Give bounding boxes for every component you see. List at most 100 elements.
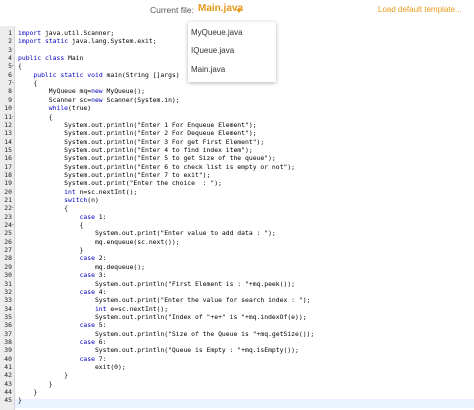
line-number: 34: [4, 304, 12, 313]
line-number: 33: [4, 296, 12, 305]
file-dropdown-menu: MyQueue.java IQueue.java Main.java: [188, 22, 276, 82]
line-number: 29: [4, 262, 12, 271]
code-line[interactable]: mq.enqueue(sc.next());: [18, 238, 180, 246]
code-line[interactable]: System.out.println("First Element is : "…: [18, 280, 295, 288]
code-line[interactable]: {: [18, 79, 37, 87]
line-number: 40: [4, 354, 12, 363]
line-number: 10: [4, 104, 12, 113]
line-number: 36: [4, 321, 12, 330]
line-number: 14: [4, 137, 12, 146]
code-line[interactable]: System.out.println("Index of "+e+" is "+…: [18, 313, 307, 321]
code-line[interactable]: {: [18, 113, 53, 121]
code-line[interactable]: public class Main: [18, 54, 83, 62]
code-line[interactable]: System.out.println("Enter 2 For Dequeue …: [18, 129, 256, 137]
code-line[interactable]: case 6:: [18, 338, 107, 346]
line-number: 25: [4, 229, 12, 238]
fold-toggle-icon[interactable]: -: [11, 79, 15, 86]
line-number: 41: [4, 363, 12, 371]
fold-toggle-icon[interactable]: -: [11, 221, 15, 228]
line-number: 16: [4, 154, 12, 163]
code-line[interactable]: }: [18, 396, 22, 404]
code-line[interactable]: System.out.println("Queue is Empty : "+m…: [18, 346, 299, 354]
code-line[interactable]: }: [18, 371, 68, 379]
line-number: 9: [8, 95, 12, 104]
code-line[interactable]: public static void main(String []args): [18, 71, 179, 79]
code-line[interactable]: System.out.println("Enter 5 to get Size …: [18, 154, 276, 162]
code-line[interactable]: exit(0);: [18, 363, 126, 371]
line-number: 17: [4, 162, 12, 171]
line-number: 3: [8, 45, 12, 54]
line-number: 1: [8, 29, 12, 37]
code-line[interactable]: mq.dequeue();: [18, 263, 145, 271]
code-line[interactable]: MyQueue mq=new MyQueue();: [18, 87, 145, 95]
line-number: 43: [4, 379, 12, 388]
code-line[interactable]: case 3:: [18, 271, 107, 279]
line-number: 30: [4, 271, 12, 280]
code-line[interactable]: System.out.print("Enter the choice : ");: [18, 179, 222, 187]
code-line[interactable]: Scanner sc=new Scanner(System.in);: [18, 96, 180, 104]
code-line[interactable]: System.out.print("Enter value to add dat…: [18, 229, 276, 237]
line-number-gutter: 1 2 3 4 5-6 7-8 9 10 11-12 13 14 15 16 17 18 19 20 21 22-2…: [0, 26, 15, 410]
active-line-highlight: [15, 399, 474, 408]
line-number: 37: [4, 329, 12, 338]
line-number: 42: [4, 371, 12, 380]
code-line[interactable]: import static java.lang.System.exit;: [18, 37, 157, 45]
line-number: 2: [8, 37, 12, 46]
code-line[interactable]: System.out.println("Enter 6 to check lis…: [18, 163, 295, 171]
line-number: 20: [4, 187, 12, 196]
current-file-label: Current file:: [150, 5, 194, 15]
fold-toggle-icon[interactable]: -: [11, 204, 15, 211]
line-number: 13: [4, 129, 12, 138]
code-line[interactable]: int n=sc.nextInt();: [18, 188, 137, 196]
load-default-template-link[interactable]: Load default template...: [378, 5, 462, 14]
line-number: 6: [8, 70, 12, 79]
file-menu-item-myqueue[interactable]: MyQueue.java: [191, 28, 243, 37]
code-line[interactable]: }: [18, 388, 37, 396]
code-line[interactable]: {: [18, 204, 68, 212]
line-number: 12: [4, 120, 12, 129]
code-line[interactable]: case 4:: [18, 288, 107, 296]
code-line[interactable]: }: [18, 380, 53, 388]
chevron-down-icon[interactable]: [236, 9, 242, 13]
code-line[interactable]: int e=sc.nextInt();: [18, 305, 168, 313]
code-line[interactable]: System.out.println("Enter 3 For get Firs…: [18, 138, 264, 146]
code-editor[interactable]: 1 2 3 4 5-6 7-8 9 10 11-12 13 14 15 16 17 18 19 20 21 22-2…: [0, 26, 474, 410]
line-number: 27: [4, 246, 12, 255]
code-line[interactable]: switch(n): [18, 196, 99, 204]
line-number: 18: [4, 170, 12, 179]
line-number: 38: [4, 337, 12, 346]
line-number: 15: [4, 145, 12, 154]
code-line[interactable]: case 7:: [18, 355, 107, 363]
line-number: 35: [4, 312, 12, 321]
code-line[interactable]: case 2:: [18, 254, 107, 262]
code-line[interactable]: System.out.println("Enter 7 to exit");: [18, 171, 210, 179]
line-number: 26: [4, 237, 12, 246]
line-number: 23: [4, 212, 12, 221]
line-number: 31: [4, 279, 12, 288]
code-line[interactable]: {: [18, 62, 22, 70]
fold-toggle-icon[interactable]: -: [11, 62, 15, 69]
line-number: 32: [4, 287, 12, 296]
code-line[interactable]: {: [18, 221, 84, 229]
code-line[interactable]: System.out.println("Enter 4 to find inde…: [18, 146, 253, 154]
line-number: 45: [4, 396, 12, 405]
code-line[interactable]: while(true): [18, 104, 91, 112]
code-line[interactable]: }: [18, 246, 84, 254]
line-number: 4: [8, 54, 12, 63]
line-number: 28: [4, 254, 12, 263]
file-toolbar: Current file: Main.java Load default tem…: [0, 0, 474, 22]
line-number: 39: [4, 346, 12, 355]
code-line[interactable]: System.out.println("Size of the Queue is…: [18, 330, 314, 338]
file-menu-item-main[interactable]: Main.java: [191, 65, 225, 74]
file-menu-item-iqueue[interactable]: IQueue.java: [191, 46, 234, 55]
code-line[interactable]: System.out.println("Enter 1 For Enqueue …: [18, 121, 256, 129]
line-number: 44: [4, 388, 12, 397]
line-number: 21: [4, 196, 12, 204]
line-number: 19: [4, 179, 12, 188]
code-line[interactable]: import java.util.Scanner;: [18, 29, 114, 37]
line-number: 8: [8, 87, 12, 96]
code-line[interactable]: case 1:: [18, 213, 107, 221]
code-line[interactable]: System.out.print("Enter the value for se…: [18, 296, 310, 304]
code-line[interactable]: case 5:: [18, 321, 107, 329]
fold-toggle-icon[interactable]: -: [11, 113, 15, 120]
